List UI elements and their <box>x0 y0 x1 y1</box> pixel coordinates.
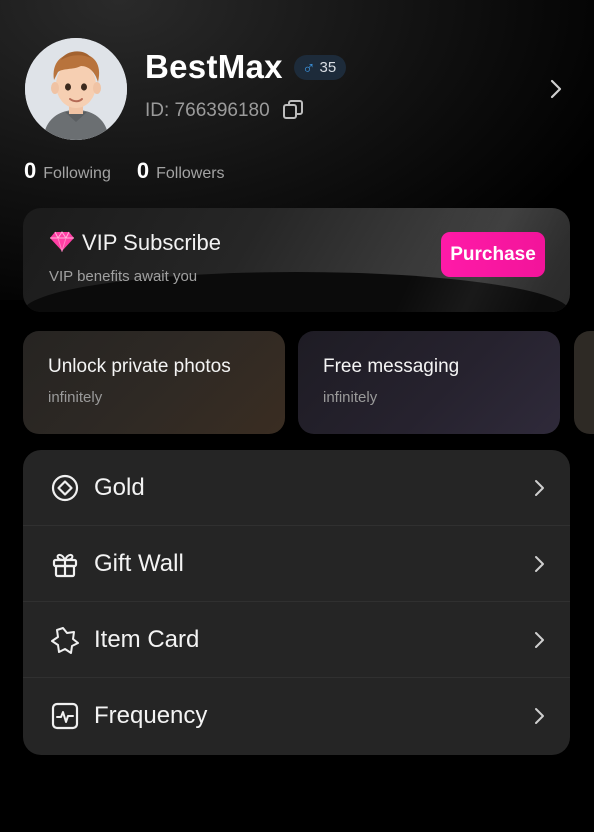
benefit-card-partial[interactable] <box>574 331 594 434</box>
profile-header[interactable]: BestMax ♂ 35 ID: 766396180 0 Following 0… <box>0 0 594 200</box>
menu-list: Gold Gift Wall Item Card Frequency <box>23 450 570 755</box>
followers-count[interactable]: 0 <box>137 158 149 184</box>
vip-subtitle: VIP benefits await you <box>49 268 198 285</box>
menu-item-frequency[interactable]: Frequency <box>23 678 570 754</box>
following-label[interactable]: Following <box>43 165 111 183</box>
benefit-card-private-photos[interactable]: Unlock private photos infinitely <box>23 331 285 434</box>
menu-item-item-card[interactable]: Item Card <box>23 602 570 678</box>
chevron-right-icon <box>535 555 544 572</box>
gift-icon <box>52 553 78 577</box>
benefit-subtitle: infinitely <box>48 389 103 406</box>
benefit-card-free-messaging[interactable]: Free messaging infinitely <box>298 331 560 434</box>
menu-label: Item Card <box>94 625 200 653</box>
chevron-right-icon <box>535 631 544 648</box>
male-icon: ♂ <box>302 57 316 78</box>
username: BestMax <box>145 48 283 85</box>
frequency-icon <box>51 702 79 730</box>
gender-age-badge: ♂ 35 <box>294 55 347 80</box>
vip-subscribe-card[interactable]: VIP Subscribe VIP benefits await you Pur… <box>23 208 570 312</box>
gold-coin-icon <box>51 474 79 501</box>
vip-title: VIP Subscribe <box>82 230 222 255</box>
following-count[interactable]: 0 <box>24 158 36 184</box>
menu-label: Gold <box>94 473 145 501</box>
benefit-title: Unlock private photos <box>48 356 231 377</box>
purchase-button[interactable]: Purchase <box>441 232 545 277</box>
menu-item-gold[interactable]: Gold <box>23 450 570 526</box>
item-card-icon <box>51 626 79 654</box>
followers-label[interactable]: Followers <box>156 165 224 183</box>
chevron-right-icon <box>535 479 544 496</box>
user-id: ID: 766396180 <box>145 100 270 121</box>
benefit-title: Free messaging <box>323 356 460 377</box>
copy-icon[interactable] <box>281 98 305 122</box>
avatar[interactable] <box>25 38 127 140</box>
age-value: 35 <box>319 59 337 76</box>
benefit-subtitle: infinitely <box>323 389 378 406</box>
chevron-right-icon[interactable] <box>548 78 564 100</box>
menu-label: Frequency <box>94 702 208 729</box>
menu-label: Gift Wall <box>94 549 184 577</box>
diamond-icon <box>50 231 74 252</box>
chevron-right-icon <box>535 708 544 724</box>
follow-stats: 0 Following 0 Followers <box>24 158 225 184</box>
menu-item-gift-wall[interactable]: Gift Wall <box>23 526 570 602</box>
